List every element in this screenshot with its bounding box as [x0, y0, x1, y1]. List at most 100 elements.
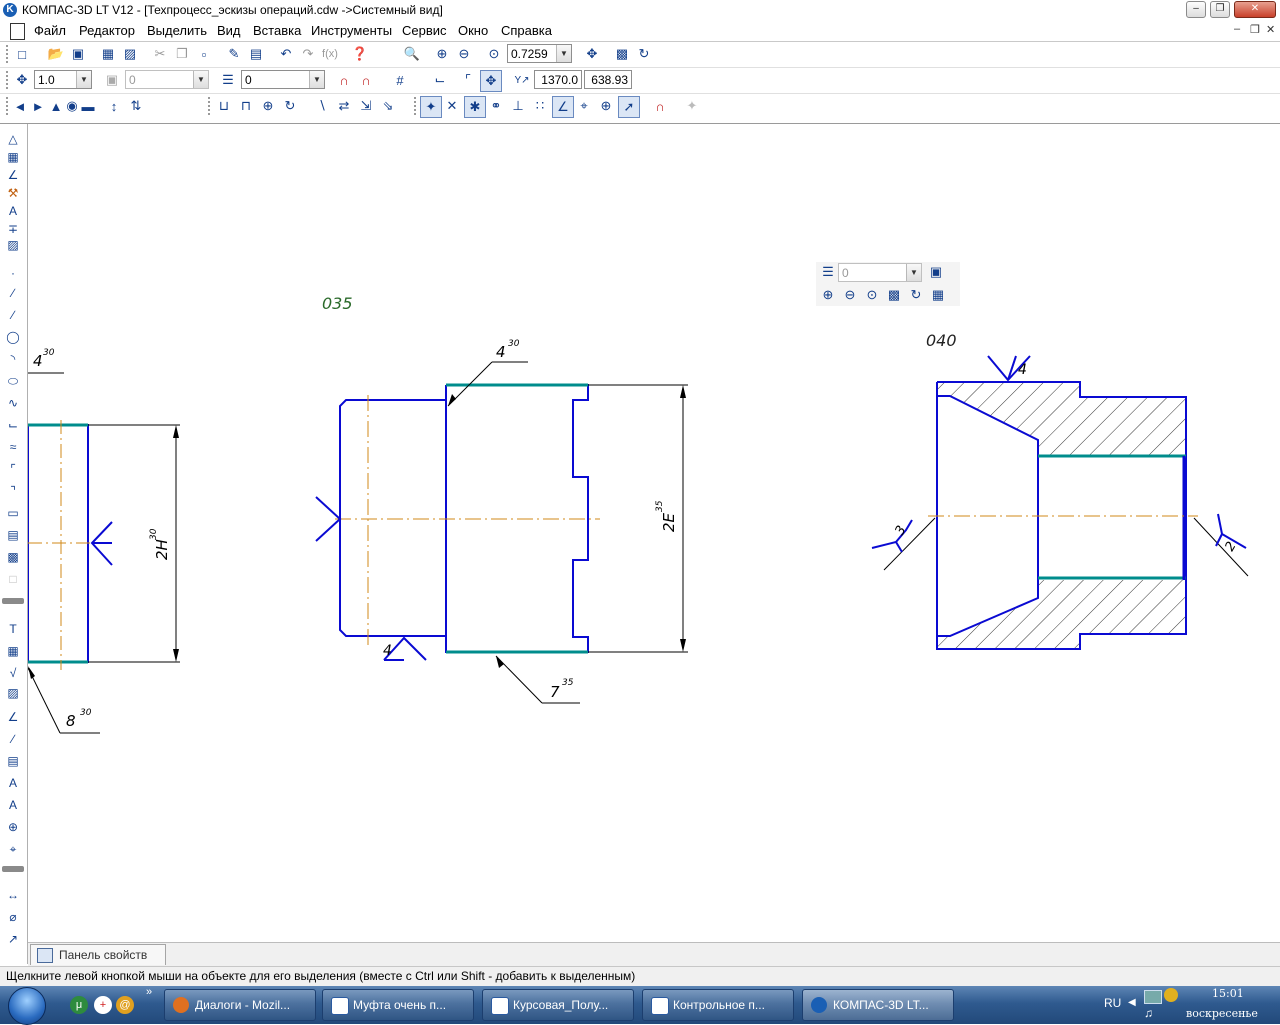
- mid-support-value[interactable]: 4: [383, 643, 392, 659]
- menu-help[interactable]: Справка: [501, 23, 552, 38]
- cut-line-icon[interactable]: A: [4, 774, 22, 792]
- redo-icon[interactable]: ↷: [298, 44, 318, 64]
- coord-x-input[interactable]: [535, 71, 581, 88]
- restore-icon[interactable]: ❐: [1210, 1, 1230, 18]
- taskbar-item-word-3[interactable]: Контрольное п...: [642, 989, 794, 1021]
- radius-dim-icon[interactable]: ↗: [4, 930, 22, 948]
- chamfer-tool-icon[interactable]: ⌜: [4, 460, 22, 478]
- view-from-left-icon[interactable]: ◄: [10, 96, 30, 116]
- snap-nearest-point-icon[interactable]: ✦: [420, 96, 442, 118]
- zoom-out-icon[interactable]: ⊖: [454, 44, 474, 64]
- print-icon[interactable]: ▨: [120, 44, 140, 64]
- operation-035-label[interactable]: 035: [322, 294, 353, 313]
- minimize-icon[interactable]: –: [1186, 1, 1206, 18]
- mdi-minimize-icon[interactable]: –: [1234, 23, 1240, 35]
- zoom-out-icon[interactable]: ⊖: [840, 285, 860, 305]
- properties-icon[interactable]: ▤: [246, 44, 266, 64]
- local-cs-icon[interactable]: ⌙: [430, 70, 450, 90]
- menu-insert[interactable]: Вставка: [253, 23, 301, 38]
- help-pointer-icon[interactable]: ❓: [350, 44, 370, 64]
- chamfer-icon[interactable]: ⊓: [236, 96, 256, 116]
- scale-icon[interactable]: ⇲: [356, 96, 376, 116]
- quicklaunch-more-icon[interactable]: »: [146, 986, 152, 998]
- menu-tools[interactable]: Инструменты: [311, 23, 392, 38]
- network-icon[interactable]: [1144, 990, 1162, 1004]
- toolbar-grip[interactable]: [208, 97, 213, 115]
- ortho-icon[interactable]: ⌜: [458, 70, 478, 90]
- menu-window[interactable]: Окно: [458, 23, 488, 38]
- print-preview-icon[interactable]: ▦: [928, 285, 948, 305]
- mdi-close-icon[interactable]: ✕: [1266, 23, 1275, 36]
- pan-icon[interactable]: ✥: [582, 44, 602, 64]
- aux-line-icon[interactable]: ∕: [4, 284, 22, 302]
- mid-bottom-value[interactable]: 7: [550, 683, 560, 701]
- diameter-dim-icon[interactable]: ⌀: [4, 908, 22, 926]
- new-document-icon[interactable]: □: [12, 44, 32, 64]
- coord-y-input[interactable]: [585, 71, 631, 88]
- clock-day[interactable]: воскресенье: [1186, 1007, 1258, 1020]
- zoom-in-icon[interactable]: ⊕: [432, 44, 452, 64]
- snap-magnet-icon[interactable]: ∩: [334, 70, 354, 90]
- snap-normal-icon[interactable]: ⊥: [508, 96, 528, 116]
- coord-y-field[interactable]: [584, 70, 632, 89]
- bezier-icon[interactable]: ∿: [4, 394, 22, 412]
- view-minus-icon[interactable]: ▬: [78, 96, 98, 116]
- left-roughness-sup[interactable]: 30: [43, 348, 55, 358]
- taskbar-item-firefox[interactable]: Диалоги - Mozil...: [164, 989, 316, 1021]
- utorrent-icon[interactable]: μ: [70, 996, 88, 1014]
- taskbar-item-kompas[interactable]: КОМПАС-3D LT...: [802, 989, 954, 1021]
- ellipse-icon[interactable]: ⬭: [4, 372, 22, 390]
- fillet-tool-icon[interactable]: ⌝: [4, 482, 22, 500]
- axis-icon[interactable]: ⊕: [4, 818, 22, 836]
- step-combo[interactable]: ▼: [34, 70, 92, 89]
- copy-icon[interactable]: ❐: [172, 44, 192, 64]
- operation-035-sketch[interactable]: [315, 361, 688, 704]
- point-icon[interactable]: ·: [4, 264, 22, 282]
- mdi-restore-icon[interactable]: ❐: [1250, 23, 1260, 36]
- coord-x-field[interactable]: [534, 70, 582, 89]
- arc-icon[interactable]: ◝: [4, 350, 22, 368]
- position-icon[interactable]: ∕: [4, 730, 22, 748]
- base-icon[interactable]: ▨: [4, 684, 22, 702]
- layer-input[interactable]: [242, 71, 312, 89]
- paste-icon[interactable]: ▫: [194, 44, 214, 64]
- refresh-icon[interactable]: ↻: [634, 44, 654, 64]
- close-icon[interactable]: ✕: [1234, 1, 1276, 18]
- move-icon[interactable]: ⇄: [334, 96, 354, 116]
- left-leader-value[interactable]: 8: [66, 712, 76, 730]
- operation-040-sketch[interactable]: [871, 355, 1249, 650]
- left-dimension-value[interactable]: 2Н: [153, 539, 171, 560]
- zoom-scale-icon[interactable]: ⊙: [484, 44, 504, 64]
- select-panel-icon[interactable]: ▨: [4, 236, 22, 254]
- show-all-icon[interactable]: ▩: [612, 44, 632, 64]
- mid-bottom-sup[interactable]: 35: [562, 678, 574, 688]
- segment-icon[interactable]: ∕: [4, 306, 22, 324]
- save-icon[interactable]: ▣: [68, 44, 88, 64]
- format-painter-icon[interactable]: ✎: [224, 44, 244, 64]
- snap-circle-icon[interactable]: ⊕: [596, 96, 616, 116]
- undo-icon[interactable]: ↶: [276, 44, 296, 64]
- table-icon[interactable]: ▦: [4, 642, 22, 660]
- mirror-icon[interactable]: ∖: [312, 96, 332, 116]
- fill-icon[interactable]: ▩: [4, 548, 22, 566]
- function-icon[interactable]: f(x): [320, 44, 340, 64]
- circle-icon[interactable]: ◯: [4, 328, 22, 346]
- center-mark-icon[interactable]: ⌖: [4, 840, 22, 858]
- right-top-support-value[interactable]: 4: [1018, 362, 1027, 378]
- right-left-support-value[interactable]: 3: [892, 523, 909, 538]
- snap-grid-icon[interactable]: ∷: [530, 96, 550, 116]
- operation-040-label[interactable]: 040: [926, 331, 957, 350]
- zoom-in-icon[interactable]: ⊕: [818, 285, 838, 305]
- chevron-down-icon[interactable]: ▼: [76, 71, 91, 88]
- snap-intersection-icon[interactable]: ✕: [442, 96, 462, 116]
- taskbar-item-word-2[interactable]: Курсовая_Полу...: [482, 989, 634, 1021]
- round-icon[interactable]: ✥: [480, 70, 502, 92]
- layer-icon[interactable]: ☰: [218, 70, 238, 90]
- snap-midpoint-icon[interactable]: ✱: [464, 96, 486, 118]
- cut-icon[interactable]: ✂: [150, 44, 170, 64]
- dimensions-panel-icon[interactable]: ▦: [4, 148, 22, 166]
- language-indicator[interactable]: RU: [1104, 996, 1121, 1010]
- property-panel-tab[interactable]: Панель свойств: [30, 944, 166, 965]
- menu-file[interactable]: Файл: [34, 23, 66, 38]
- view-arrow-icon[interactable]: A: [4, 796, 22, 814]
